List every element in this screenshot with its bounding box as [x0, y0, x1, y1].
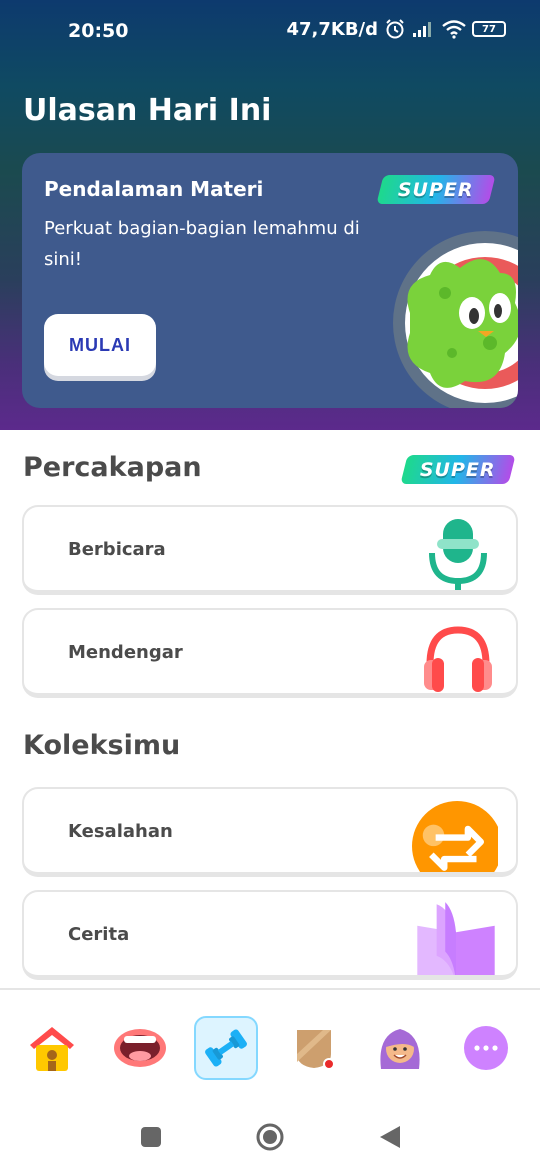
- battery-icon: 77: [472, 21, 506, 37]
- nav-home[interactable]: [20, 1016, 84, 1080]
- stories-card[interactable]: Cerita: [22, 890, 518, 980]
- headphones-icon: [424, 626, 492, 692]
- avatar-icon: [380, 1029, 420, 1069]
- target-mascot-illustration: [393, 231, 518, 408]
- speaking-label: Berbicara: [68, 539, 166, 560]
- start-button[interactable]: MULAI: [44, 314, 156, 376]
- recents-icon[interactable]: [140, 1126, 162, 1148]
- nav-more[interactable]: [454, 1016, 518, 1080]
- system-navigation-bar: [0, 1098, 540, 1170]
- mouth-icon: [114, 1029, 166, 1067]
- practice-card-description: Perkuat bagian-bagian lemahmu di sini!: [44, 218, 360, 270]
- repeat-icon: [412, 801, 498, 872]
- conversation-super-badge-label: SUPER: [420, 458, 496, 481]
- practice-card-title: Pendalaman Materi: [44, 177, 264, 201]
- dumbbell-icon: [205, 1029, 247, 1067]
- nav-leaderboard[interactable]: [282, 1016, 346, 1080]
- shield-icon: [297, 1030, 335, 1070]
- practice-card[interactable]: Pendalaman Materi Perkuat bagian-bagian …: [22, 153, 518, 408]
- nav-profile[interactable]: [368, 1016, 432, 1080]
- battery-level: 77: [482, 23, 496, 35]
- listening-label: Mendengar: [68, 642, 183, 663]
- alarm-icon: [386, 19, 404, 39]
- book-icon: [417, 902, 495, 975]
- home-button-icon[interactable]: [255, 1122, 285, 1152]
- status-time: 20:50: [68, 20, 129, 42]
- nav-speak[interactable]: [108, 1016, 172, 1080]
- mistakes-card[interactable]: Kesalahan: [22, 787, 518, 877]
- back-icon[interactable]: [378, 1124, 402, 1150]
- network-speed: 47,7KB/d: [286, 18, 378, 40]
- page-title: Ulasan Hari Ini: [23, 93, 272, 128]
- listening-card[interactable]: Mendengar: [22, 608, 518, 698]
- review-header-section: 20:50 47,7KB/d 77 Ulasan Hari Ini Pendal…: [0, 0, 540, 430]
- bottom-navigation: [0, 988, 540, 1098]
- nav-practice[interactable]: [194, 1016, 258, 1080]
- speaking-card[interactable]: Berbicara: [22, 505, 518, 595]
- wifi-icon: [442, 20, 466, 39]
- super-badge-label: SUPER: [398, 178, 474, 201]
- conversation-section-title: Percakapan: [23, 452, 202, 483]
- status-indicators: 47,7KB/d 77: [286, 18, 506, 40]
- super-badge: SUPER: [376, 175, 496, 204]
- more-icon: [464, 1026, 508, 1070]
- stories-label: Cerita: [68, 924, 130, 945]
- microphone-icon: [429, 519, 487, 590]
- status-bar: 20:50 47,7KB/d 77: [0, 0, 540, 62]
- collection-section-title: Koleksimu: [23, 730, 181, 761]
- home-icon: [30, 1027, 74, 1071]
- signal-icon: [413, 22, 431, 37]
- mistakes-label: Kesalahan: [68, 821, 173, 842]
- conversation-super-badge: SUPER: [400, 455, 516, 484]
